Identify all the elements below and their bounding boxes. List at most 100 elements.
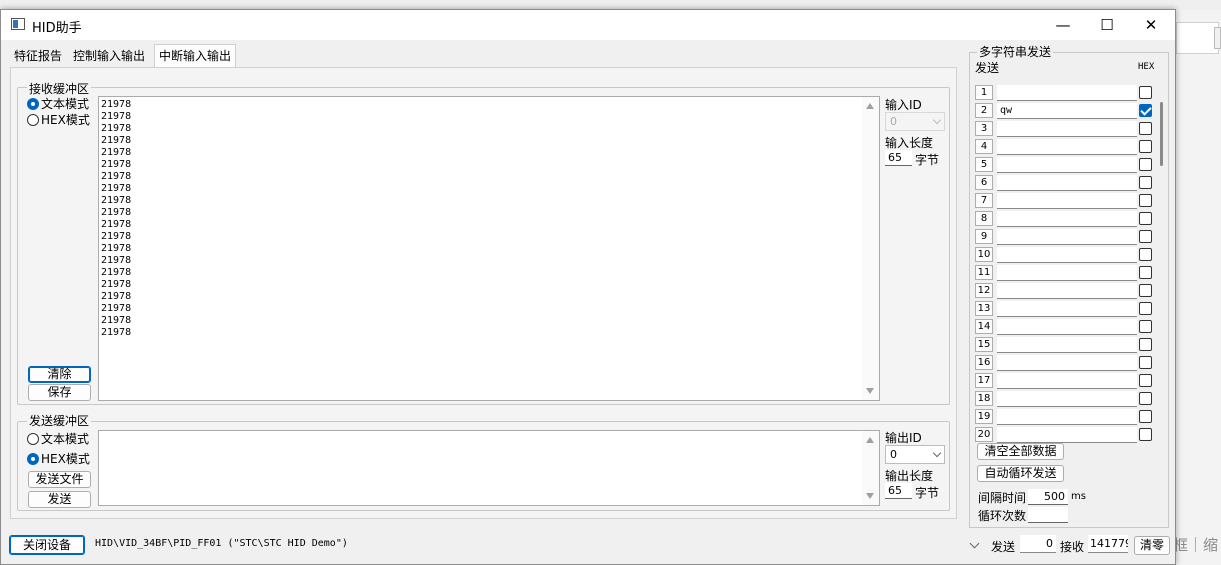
send-button[interactable]: 发送 (28, 491, 91, 508)
row-hex-checkbox[interactable] (1139, 194, 1152, 207)
row-hex-checkbox[interactable] (1139, 320, 1152, 333)
row-hex-checkbox[interactable] (1139, 302, 1152, 315)
minimize-button[interactable]: — (1040, 10, 1086, 40)
row-string-input[interactable] (997, 211, 1137, 227)
receive-scrollbar[interactable] (862, 97, 879, 400)
row-hex-checkbox[interactable] (1139, 356, 1152, 369)
row-string-input[interactable] (997, 193, 1137, 209)
output-id-select[interactable]: 0 (885, 445, 945, 464)
receive-textarea[interactable]: 21978 21978 21978 21978 21978 21978 21978 21978… (98, 96, 880, 401)
clear-count-button[interactable]: 清零 (1134, 536, 1170, 555)
row-string-input[interactable] (997, 283, 1137, 299)
row-string-input[interactable] (997, 121, 1137, 137)
row-hex-checkbox[interactable] (1139, 338, 1152, 351)
row-string-input[interactable] (997, 337, 1137, 353)
row-string-input[interactable] (997, 157, 1137, 173)
scroll-up-icon[interactable] (866, 103, 874, 109)
maximize-button[interactable]: ☐ (1084, 10, 1130, 40)
scroll-down-icon[interactable] (866, 388, 874, 394)
row-hex-checkbox[interactable] (1139, 176, 1152, 189)
multi-scrollbar[interactable] (1160, 102, 1163, 166)
row-string-input[interactable] (997, 373, 1137, 389)
row-hex-checkbox[interactable] (1139, 374, 1152, 387)
row-send-button[interactable]: 2 (975, 103, 993, 118)
row-hex-checkbox[interactable] (1139, 158, 1152, 171)
output-length-field[interactable]: 65 (885, 483, 912, 499)
loop-count-field[interactable] (1028, 507, 1068, 523)
row-send-button[interactable]: 17 (975, 373, 993, 388)
row-send-button[interactable]: 8 (975, 211, 993, 226)
row-send-button[interactable]: 5 (975, 157, 993, 172)
row-hex-checkbox[interactable] (1139, 212, 1152, 225)
send-hex-mode-radio[interactable]: HEX模式 (27, 452, 90, 466)
save-receive-button[interactable]: 保存 (28, 384, 91, 401)
clear-all-button[interactable]: 清空全部数据 (977, 443, 1064, 460)
row-send-button[interactable]: 7 (975, 193, 993, 208)
send-textarea[interactable] (98, 430, 880, 506)
row-send-button[interactable]: 18 (975, 391, 993, 406)
row-hex-checkbox[interactable] (1139, 428, 1152, 441)
row-send-button[interactable]: 11 (975, 265, 993, 280)
row-string-input[interactable] (997, 355, 1137, 371)
row-string-input[interactable] (997, 247, 1137, 263)
row-hex-checkbox[interactable] (1139, 392, 1152, 405)
row-send-button[interactable]: 10 (975, 247, 993, 262)
scroll-up-icon[interactable] (866, 437, 874, 443)
chevron-down-icon[interactable] (969, 538, 980, 549)
send-file-button[interactable]: 发送文件 (28, 471, 91, 488)
row-hex-checkbox[interactable] (1139, 284, 1152, 297)
multi-string-row: 18 (975, 390, 1155, 408)
close-button[interactable]: ✕ (1128, 10, 1174, 40)
tab-interrupt-io[interactable]: 中断输入输出 (154, 44, 237, 68)
row-string-input[interactable] (997, 265, 1137, 281)
row-string-input[interactable]: qw (997, 103, 1137, 119)
row-hex-checkbox[interactable] (1139, 104, 1152, 117)
send-text-mode-radio[interactable]: 文本模式 (27, 432, 89, 446)
row-send-button[interactable]: 3 (975, 121, 993, 136)
row-string-input[interactable] (997, 175, 1137, 191)
clear-receive-button[interactable]: 清除 (28, 366, 91, 383)
radio-icon (27, 114, 39, 126)
row-string-input[interactable] (997, 85, 1137, 101)
receive-hex-mode-radio[interactable]: HEX模式 (27, 113, 90, 127)
row-string-input[interactable] (997, 409, 1137, 425)
row-send-button[interactable]: 13 (975, 301, 993, 316)
row-send-button[interactable]: 6 (975, 175, 993, 190)
row-send-button[interactable]: 4 (975, 139, 993, 154)
row-send-button[interactable]: 14 (975, 319, 993, 334)
row-string-input[interactable] (997, 139, 1137, 155)
receive-line: 21978 (101, 315, 132, 326)
tab-control-io[interactable]: 控制输入输出 (69, 46, 149, 68)
row-string-input[interactable] (997, 319, 1137, 335)
receive-line: 21978 (101, 135, 132, 146)
row-hex-checkbox[interactable] (1139, 248, 1152, 261)
row-string-input[interactable] (997, 229, 1137, 245)
row-send-button[interactable]: 12 (975, 283, 993, 298)
row-send-button[interactable]: 15 (975, 337, 993, 352)
row-send-button[interactable]: 9 (975, 229, 993, 244)
title-bar[interactable]: HID助手 — ☐ ✕ (1, 10, 1175, 40)
row-send-button[interactable]: 1 (975, 85, 993, 100)
input-length-field[interactable]: 65 (885, 150, 912, 166)
row-hex-checkbox[interactable] (1139, 230, 1152, 243)
receive-text-mode-radio[interactable]: 文本模式 (27, 97, 89, 111)
row-hex-checkbox[interactable] (1139, 410, 1152, 423)
row-string-input[interactable] (997, 391, 1137, 407)
interval-field[interactable]: 500 (1028, 489, 1068, 505)
row-hex-checkbox[interactable] (1139, 122, 1152, 135)
row-string-input[interactable] (997, 301, 1137, 317)
scroll-down-icon[interactable] (866, 493, 874, 499)
multi-string-row: 20 (975, 426, 1155, 444)
close-device-button[interactable]: 关闭设备 (9, 535, 85, 555)
row-hex-checkbox[interactable] (1139, 86, 1152, 99)
row-send-button[interactable]: 16 (975, 355, 993, 370)
row-hex-checkbox[interactable] (1139, 140, 1152, 153)
row-string-input[interactable] (997, 427, 1137, 443)
auto-loop-button[interactable]: 自动循环发送 (977, 465, 1064, 482)
row-hex-checkbox[interactable] (1139, 266, 1152, 279)
tab-feature-report[interactable]: 特征报告 (10, 46, 66, 68)
row-send-button[interactable]: 19 (975, 409, 993, 424)
row-send-button[interactable]: 20 (975, 427, 993, 442)
send-scrollbar[interactable] (862, 431, 879, 505)
radio-selected-icon (27, 453, 39, 465)
